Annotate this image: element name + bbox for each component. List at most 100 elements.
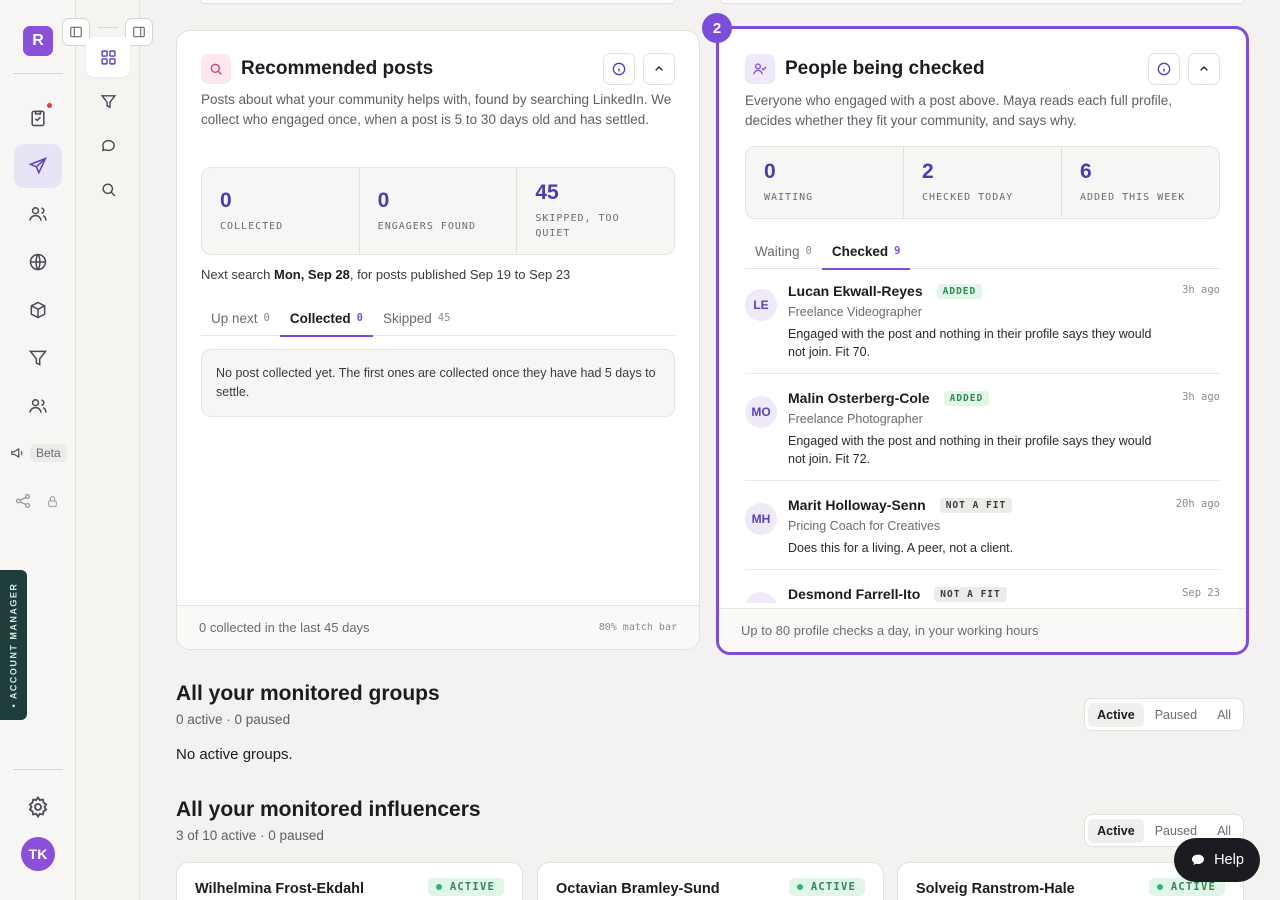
timestamp: 3h ago: [1182, 391, 1220, 403]
stat-label: Skipped, too quiet: [535, 213, 620, 239]
filter-active[interactable]: Active: [1088, 702, 1144, 727]
tab-label: Up next: [211, 310, 258, 326]
chevron-up-icon[interactable]: [643, 53, 675, 85]
filter-paused[interactable]: Paused: [1146, 703, 1206, 727]
status-badge: ACTIVE: [427, 878, 504, 896]
footer-text: 0 collected in the last 45 days: [199, 620, 370, 635]
stat-skipped: 45 Skipped, too quiet: [517, 168, 674, 254]
box-icon[interactable]: [14, 288, 62, 332]
card-title: Recommended posts: [241, 58, 434, 79]
list-item[interactable]: LE Lucan Ekwall-Reyes ADDED 3h ago Freel…: [745, 267, 1220, 374]
tab-up-next[interactable]: Up next 0: [201, 300, 280, 336]
influencer-name: Octavian Bramley-Sund: [556, 881, 720, 897]
status-badge: ADDED: [943, 390, 990, 406]
influencer-card[interactable]: Wilhelmina Frost-Ekdahl ACTIVE: [176, 862, 523, 900]
help-button[interactable]: Help: [1174, 838, 1260, 882]
status-badge: NOT A FIT: [934, 586, 1007, 602]
dashboard-icon[interactable]: [86, 37, 130, 77]
timestamp: Sep 23: [1182, 587, 1220, 599]
card-header: Recommended posts: [201, 53, 675, 85]
chat-bubble-icon: [1192, 854, 1205, 865]
info-icon[interactable]: [603, 53, 635, 85]
user-avatar[interactable]: TK: [21, 837, 55, 871]
filter-all[interactable]: All: [1208, 703, 1240, 727]
stat-waiting: 0 Waiting: [746, 147, 904, 218]
beta-item[interactable]: Beta: [10, 444, 67, 462]
person-note: Engaged with the post and nothing in the…: [788, 327, 1152, 359]
app-logo[interactable]: R: [23, 26, 53, 56]
card-header: People being checked: [745, 53, 1220, 85]
timestamp: 20h ago: [1175, 498, 1220, 510]
tab-count: 0: [356, 312, 363, 324]
status-badge: ADDED: [936, 283, 983, 299]
influencer-name: Solveig Ranstrom-Hale: [916, 881, 1075, 897]
team-icon[interactable]: [14, 384, 62, 428]
account-manager-tab[interactable]: • ACCOUNT MANAGER: [0, 570, 27, 720]
tab-label: Checked: [831, 243, 889, 259]
influencers-title: All your monitored influencers: [176, 798, 481, 821]
search-icon[interactable]: [86, 169, 130, 209]
left-rail: R Beta TK: [0, 0, 76, 900]
card-title: People being checked: [785, 58, 985, 79]
tab-label: Collected: [289, 310, 351, 326]
list-item[interactable]: MO Malin Osterberg-Cole ADDED 3h ago Fre…: [745, 374, 1220, 481]
tab-count: 0: [805, 245, 812, 257]
send-icon[interactable]: [14, 144, 62, 188]
tab-count: 0: [263, 312, 270, 324]
stat-engagers: 0 Engagers found: [360, 168, 518, 254]
tab-checked[interactable]: Checked 9: [821, 233, 911, 270]
stat-collected: 0 Collected: [202, 168, 360, 254]
tab-collected[interactable]: Collected 0: [279, 300, 374, 337]
card-description: Everyone who engaged with a post above. …: [745, 93, 1173, 128]
step-badge: 2: [702, 13, 732, 43]
stat-value: 0: [220, 188, 232, 212]
stats-box: 0 Collected 0 Engagers found 45 Skipped,…: [201, 167, 675, 255]
stat-value: 6: [1080, 160, 1092, 183]
account-manager-label: • ACCOUNT MANAGER: [8, 582, 19, 708]
list-item[interactable]: MH Marit Holloway-Senn NOT A FIT 20h ago…: [745, 481, 1220, 570]
status-badge: NOT A FIT: [939, 497, 1013, 513]
stat-label: Engagers found: [377, 220, 476, 232]
match-bar-label: 80% match bar: [598, 622, 677, 633]
tab-count: 9: [894, 245, 901, 257]
globe-icon[interactable]: [14, 240, 62, 284]
avatar: MO: [745, 396, 777, 428]
filter-active[interactable]: Active: [1088, 818, 1144, 843]
tasks-icon[interactable]: [14, 96, 62, 140]
tab-label: Skipped: [382, 310, 432, 326]
stat-label: Added this week: [1080, 192, 1186, 203]
stat-added-week: 6 Added this week: [1062, 147, 1219, 218]
share-icon: [15, 493, 31, 509]
person-note: Engaged with the post and nothing in the…: [788, 434, 1152, 466]
recommended-posts-card: Recommended posts Posts about what your …: [176, 30, 700, 650]
person-name: Desmond Farrell-Ito: [788, 586, 921, 602]
stats-box: 0 Waiting 2 Checked today 6 Added this w…: [745, 146, 1220, 219]
user-check-icon: [745, 54, 775, 84]
person-note: Does this for a living. A peer, not a cl…: [788, 541, 1014, 555]
info-icon[interactable]: [1148, 53, 1180, 85]
list-item[interactable]: DF Desmond Farrell-Ito NOT A FIT Sep 23: [745, 570, 1220, 603]
share-item: [14, 492, 59, 510]
tab-skipped[interactable]: Skipped 45: [373, 300, 460, 336]
search-icon: [201, 54, 231, 84]
people-checked-card: People being checked Everyone who engage…: [716, 26, 1249, 655]
stat-value: 0: [764, 160, 776, 183]
influencers-subtitle: 3 of 10 active · 0 paused: [176, 828, 324, 843]
influencer-name: Wilhelmina Frost-Ekdahl: [195, 881, 365, 897]
stat-value: 2: [922, 160, 934, 183]
next-search-suffix: , for posts published Sep 19 to Sep 23: [349, 267, 571, 282]
card-footer: 0 collected in the last 45 days 80% matc…: [177, 605, 699, 649]
gear-icon[interactable]: [26, 795, 50, 819]
users-icon[interactable]: [14, 192, 62, 236]
stat-label: Waiting: [764, 192, 814, 203]
card-footer: Up to 80 profile checks a day, in your w…: [719, 608, 1246, 652]
notification-dot: [47, 103, 52, 108]
influencer-card[interactable]: Octavian Bramley-Sund ACTIVE: [537, 862, 884, 900]
rail-divider: [13, 769, 63, 770]
chat-icon[interactable]: [86, 125, 130, 165]
filter-icon[interactable]: [14, 336, 62, 380]
secondary-rail: [62, 0, 153, 900]
tab-waiting[interactable]: Waiting 0: [745, 233, 822, 269]
filter-icon[interactable]: [86, 81, 130, 121]
chevron-up-icon[interactable]: [1188, 53, 1220, 85]
